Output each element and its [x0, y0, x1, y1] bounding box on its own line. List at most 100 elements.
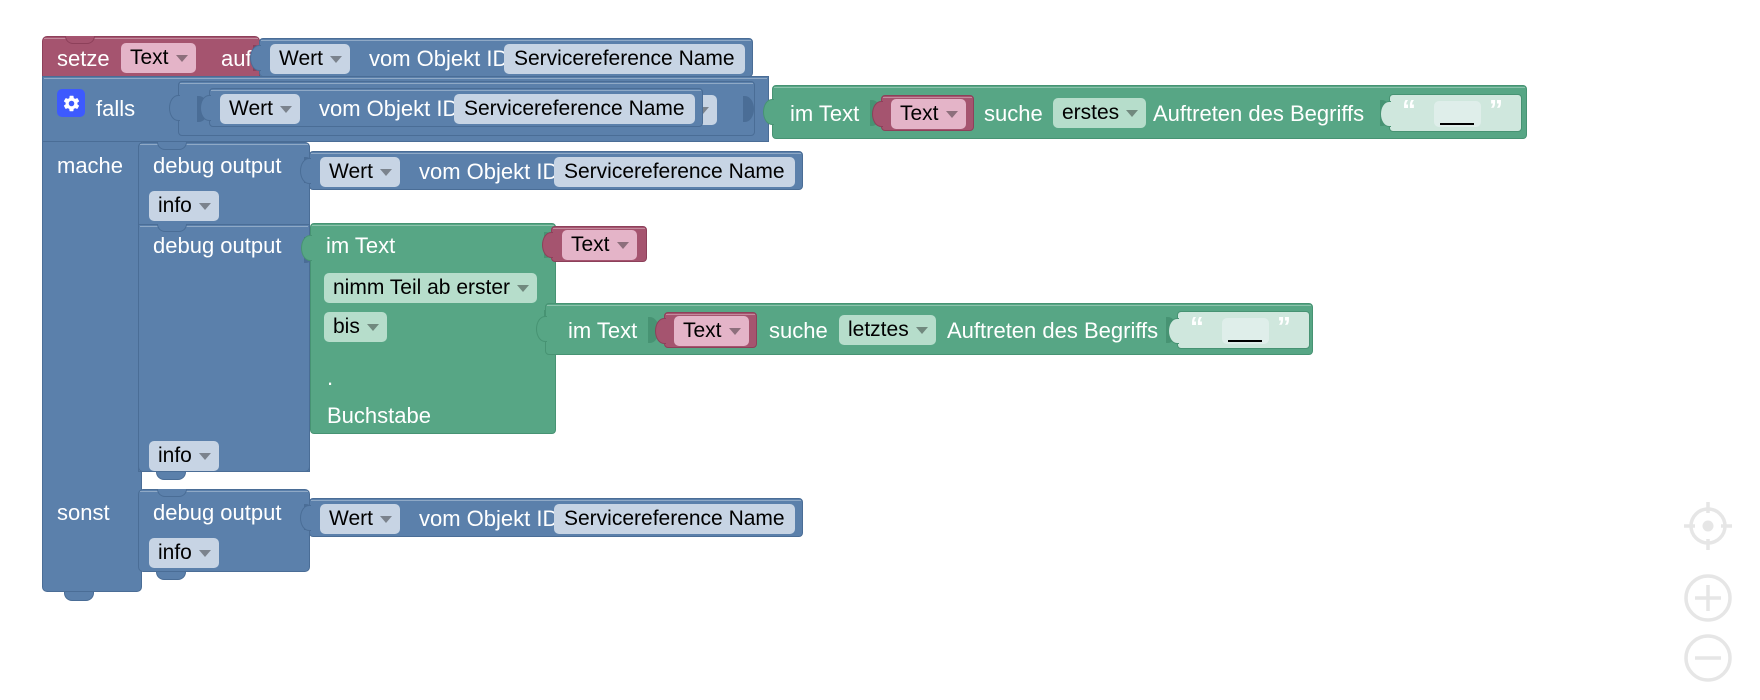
value-type-dropdown[interactable]: Wert	[320, 504, 400, 534]
of-object-id-label: vom Objekt ID	[369, 46, 509, 71]
debug-output-label: debug output	[153, 500, 282, 525]
block-set-variable[interactable]: setze Text auf	[42, 36, 264, 78]
in-text-label: im Text	[568, 318, 638, 343]
occurrence-of-label: Auftreten des Begriffs	[1153, 101, 1365, 126]
occurrence-dropdown[interactable]: erstes	[1053, 98, 1147, 128]
debug-output-label: debug output	[153, 153, 282, 178]
block-debug-output-1[interactable]: debug output info	[138, 142, 315, 225]
block-debug-output-2[interactable]: debug output info	[138, 224, 315, 472]
chevron-down-icon	[379, 516, 392, 523]
block-debug-output-2-bottom-notch	[156, 472, 186, 480]
block-top-notch	[157, 142, 187, 150]
variable-label: Text	[683, 319, 722, 342]
set-label: setze	[57, 46, 110, 71]
variable-dropdown[interactable]: Text	[674, 316, 749, 346]
chevron-down-icon	[945, 111, 958, 118]
chevron-down-icon	[366, 324, 379, 331]
block-highlight	[666, 314, 755, 315]
gear-icon[interactable]	[57, 89, 85, 117]
quote-open-icon: “	[1190, 311, 1204, 342]
zoom-in-icon[interactable]	[1682, 572, 1734, 624]
value-type-label: Wert	[279, 47, 323, 70]
quote-open-icon: “	[1402, 94, 1416, 125]
variable-dropdown[interactable]: Text	[562, 230, 637, 260]
object-id-field[interactable]: Servicereference Name	[554, 504, 795, 534]
block-variable-text-2[interactable]: Text	[542, 226, 647, 262]
variable-dropdown[interactable]: Text	[121, 43, 196, 73]
from-mode-dropdown[interactable]: nimm Teil ab erster	[324, 273, 538, 303]
value-plug	[872, 101, 883, 127]
debug-output-label: debug output	[153, 233, 282, 258]
value-type-dropdown[interactable]: Wert	[220, 94, 300, 124]
in-text-label: im Text	[326, 233, 396, 258]
text-literal-input[interactable]	[1434, 101, 1481, 127]
value-type-label: Wert	[329, 507, 373, 530]
value-plug	[300, 158, 311, 184]
center-target-icon[interactable]	[1682, 500, 1734, 552]
chevron-down-icon	[616, 242, 629, 249]
severity-label: info	[158, 541, 192, 564]
value-plug	[655, 318, 666, 344]
block-highlight	[261, 40, 751, 41]
object-id-value: Servicereference Name	[564, 160, 785, 183]
to-mode-dropdown[interactable]: bis	[324, 312, 387, 342]
block-highlight	[311, 500, 801, 501]
block-variable-text-1[interactable]: Text	[872, 95, 974, 131]
value-plug	[300, 505, 311, 531]
severity-dropdown[interactable]: info	[149, 441, 219, 471]
block-variable-text-3[interactable]: Text	[655, 312, 757, 348]
variable-label: Text	[571, 233, 610, 256]
occurrence-of-label: Auftreten des Begriffs	[947, 318, 1159, 343]
block-text-literal-1[interactable]: “ ”	[1380, 94, 1522, 132]
block-debug-output-3[interactable]: debug output info	[138, 489, 315, 572]
value-plug	[1380, 101, 1391, 127]
blockly-workspace[interactable]: setze Text auf Wert vom Objekt ID Servic…	[0, 0, 1760, 700]
find-label: suche	[769, 318, 828, 343]
chevron-down-icon	[329, 56, 342, 63]
block-text-literal-2[interactable]: “ ”	[1168, 311, 1310, 349]
chevron-down-icon	[379, 169, 392, 176]
severity-dropdown[interactable]: info	[149, 538, 219, 568]
object-id-value: Servicereference Name	[514, 47, 735, 70]
block-text-get-substring[interactable]: im Text nimm Teil ab erster bis . Buchst…	[301, 223, 556, 434]
letter-label: Buchstabe	[327, 403, 431, 428]
value-type-dropdown[interactable]: Wert	[270, 44, 350, 74]
variable-label: Text	[900, 102, 939, 125]
block-top-notch	[157, 224, 187, 232]
value-plug	[1168, 318, 1179, 344]
occurrence-label: erstes	[1062, 101, 1120, 124]
block-get-object-value-3[interactable]: Wert vom Objekt ID Servicereference Name	[300, 151, 803, 190]
value-plug	[169, 95, 180, 121]
object-id-field[interactable]: Servicereference Name	[554, 157, 795, 187]
from-mode-label: nimm Teil ab erster	[333, 276, 511, 299]
find-label: suche	[984, 101, 1043, 126]
to-label: auf	[221, 46, 252, 71]
object-id-field[interactable]: Servicereference Name	[504, 44, 745, 74]
block-highlight	[44, 78, 767, 79]
zoom-out-icon[interactable]	[1682, 632, 1734, 684]
value-type-dropdown[interactable]: Wert	[320, 157, 400, 187]
chevron-down-icon	[198, 453, 211, 460]
severity-dropdown[interactable]: info	[149, 191, 219, 221]
block-get-object-value-1[interactable]: Wert vom Objekt ID Servicereference Name	[250, 38, 753, 77]
value-type-label: Wert	[229, 97, 273, 120]
in-text-label: im Text	[790, 101, 860, 126]
variable-dropdown[interactable]: Text	[891, 99, 966, 129]
of-object-id-label: vom Objekt ID	[319, 96, 459, 121]
block-highlight	[883, 97, 972, 98]
text-literal-input[interactable]	[1222, 318, 1269, 344]
chevron-down-icon	[1126, 110, 1139, 117]
of-object-id-label: vom Objekt ID	[419, 159, 559, 184]
value-plug	[301, 235, 312, 261]
block-highlight	[211, 90, 701, 91]
if-label: falls	[96, 96, 136, 121]
block-get-object-value-4[interactable]: Wert vom Objekt ID Servicereference Name	[300, 498, 803, 537]
chevron-down-icon	[198, 550, 211, 557]
occurrence-dropdown[interactable]: letztes	[839, 315, 936, 345]
block-highlight	[547, 305, 1311, 306]
text-cursor	[1440, 123, 1474, 125]
quote-close-icon: ”	[1489, 94, 1503, 125]
block-get-object-value-2[interactable]: Wert vom Objekt ID Servicereference Name	[200, 88, 703, 127]
object-id-field[interactable]: Servicereference Name	[454, 94, 695, 124]
value-plug	[542, 232, 553, 258]
